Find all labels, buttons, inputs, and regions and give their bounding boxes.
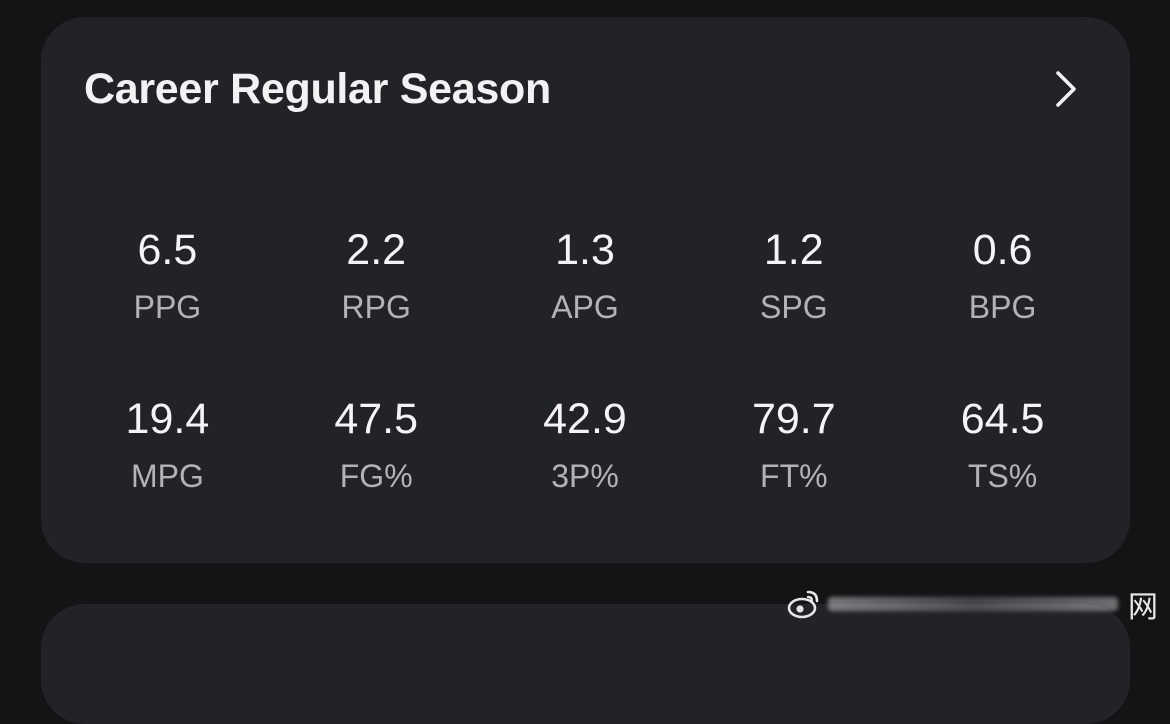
stat-value: 6.5 (137, 226, 198, 274)
stat-value: 42.9 (543, 395, 627, 443)
stat-ts-pct: 64.5 TS% (898, 394, 1107, 495)
stat-value: 47.5 (334, 395, 419, 443)
stat-label: RPG (341, 289, 411, 325)
stat-apg: 1.3 APG (481, 225, 690, 326)
stats-row-1: 6.5 PPG 2.2 RPG 1.3 APG 1.2 SPG 0.6 BPG (63, 225, 1107, 326)
watermark-blurred-text (828, 597, 1118, 611)
stat-value: 79.7 (751, 395, 836, 443)
stat-value: 2.2 (346, 226, 407, 274)
stat-label: MPG (130, 458, 204, 494)
stat-label: BPG (968, 289, 1037, 325)
stat-value: 1.3 (555, 226, 615, 274)
watermark-char: 网 (1128, 591, 1158, 624)
stat-rpg: 2.2 RPG (272, 225, 481, 326)
stat-3p-pct: 42.9 3P% (481, 394, 690, 495)
stat-value: 1.2 (763, 226, 824, 274)
stat-ft-pct: 79.7 FT% (689, 394, 898, 495)
stats-row-2: 19.4 MPG 47.5 FG% 42.9 3P% 79.7 FT% 64.5… (63, 394, 1107, 495)
card-header[interactable]: Career Regular Season (84, 63, 1086, 115)
stat-mpg: 19.4 MPG (63, 394, 272, 495)
stat-label: FT% (760, 458, 828, 494)
stat-label: TS% (967, 458, 1038, 494)
stat-label: SPG (760, 289, 828, 325)
stat-ppg: 6.5 PPG (63, 225, 272, 326)
stat-value: 0.6 (972, 226, 1033, 274)
watermark: 网 (786, 580, 1170, 628)
stat-value: 19.4 (125, 395, 210, 443)
stat-bpg: 0.6 BPG (898, 225, 1107, 326)
chevron-right-icon[interactable] (1046, 63, 1086, 115)
career-regular-season-card: Career Regular Season 6.5 PPG 2.2 RPG 1.… (41, 17, 1130, 563)
stat-spg: 1.2 SPG (689, 225, 898, 326)
stat-value: 64.5 (960, 395, 1045, 443)
stat-label: PPG (133, 289, 202, 325)
weibo-logo-icon (787, 590, 819, 619)
stat-label: 3P% (551, 458, 619, 494)
stat-label: FG% (339, 458, 413, 494)
stat-label: APG (551, 289, 619, 325)
card-title: Career Regular Season (84, 64, 551, 113)
stat-fg-pct: 47.5 FG% (272, 394, 481, 495)
